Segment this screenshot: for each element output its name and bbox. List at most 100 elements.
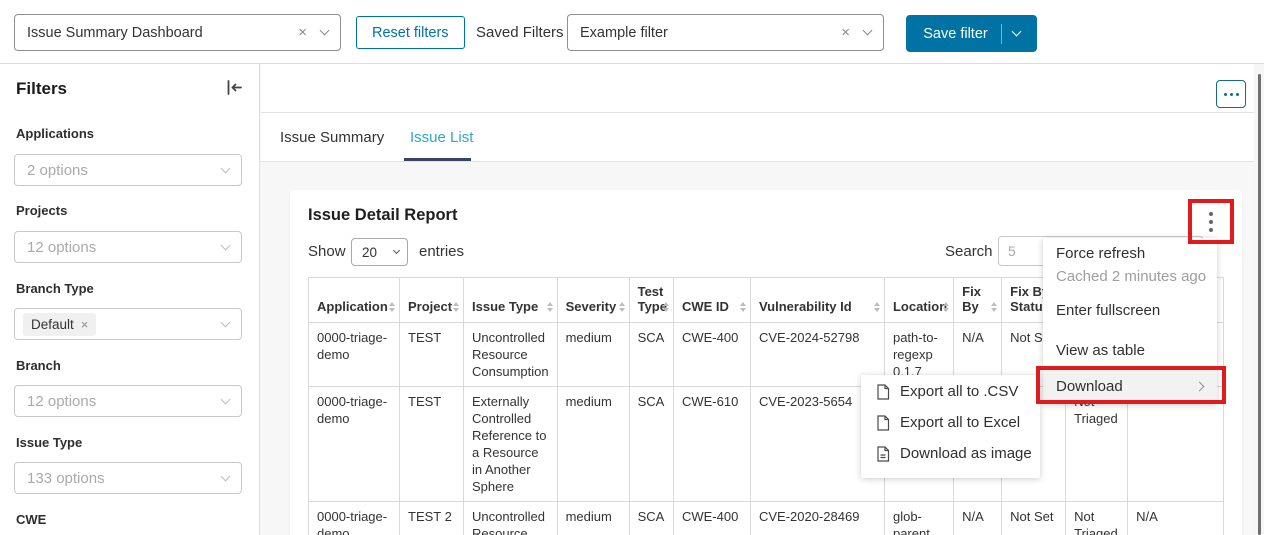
header-label: Severity — [566, 299, 617, 314]
branch-placeholder: 12 options — [27, 393, 222, 410]
submenu-item-export-excel[interactable]: Export all to Excel — [861, 414, 1040, 431]
chevron-down-icon — [1011, 27, 1021, 37]
sort-icon[interactable] — [943, 302, 949, 312]
cell-test-type: SCA — [629, 502, 673, 535]
header-label: Project — [408, 299, 452, 314]
projects-label: Projects — [16, 203, 67, 218]
dashboard-select[interactable]: Issue Summary Dashboard × — [14, 14, 341, 51]
menu-item-force-refresh[interactable]: Force refresh — [1043, 245, 1217, 262]
cell-severity: medium — [557, 323, 629, 387]
dashboard-toolbar — [261, 64, 1264, 113]
cell-severity: medium — [557, 502, 629, 535]
header-label: Issue Type — [472, 299, 538, 314]
chevron-down-icon — [320, 26, 330, 36]
saved-filters-label: Saved Filters — [476, 24, 564, 41]
branch-select[interactable]: 12 options — [14, 385, 242, 417]
remove-chip-icon[interactable]: × — [81, 317, 89, 332]
sort-icon[interactable] — [740, 302, 746, 312]
sort-icon[interactable] — [991, 302, 997, 312]
cell-severity: medium — [557, 387, 629, 502]
chevron-down-icon — [221, 163, 231, 173]
sort-icon[interactable] — [874, 302, 880, 312]
dots-vertical-icon — [1209, 212, 1213, 216]
branch-type-select[interactable]: Default × — [14, 308, 242, 340]
dots-icon — [1224, 93, 1227, 96]
issue-type-select[interactable]: 133 options — [14, 462, 242, 494]
header-label: Fix By — [962, 284, 981, 314]
menu-item-download-label: Download — [1056, 378, 1123, 395]
cell-hidden-2: N/A — [1128, 502, 1224, 535]
sort-icon[interactable] — [389, 302, 395, 312]
menu-item-view-as-table[interactable]: View as table — [1043, 342, 1217, 359]
cell-triage-status: Not Triaged — [1066, 502, 1128, 535]
clear-icon[interactable]: × — [298, 24, 307, 41]
collapse-sidebar-icon[interactable] — [225, 78, 244, 100]
save-filter-label: Save filter — [923, 26, 987, 42]
top-bar: Issue Summary Dashboard × Reset filters … — [0, 0, 1264, 64]
cwe-label: CWE — [16, 512, 46, 527]
dashboard-more-options-button[interactable] — [1216, 80, 1246, 108]
save-filter-button[interactable]: Save filter — [906, 15, 1037, 52]
reset-filters-button[interactable]: Reset filters — [356, 16, 465, 49]
cell-cwe-id: CWE-610 — [673, 387, 750, 502]
cell-issue-type: Uncontrolled Resource Consumption — [464, 502, 558, 535]
page-size-value: 20 — [362, 245, 394, 260]
chevron-down-icon — [393, 246, 400, 253]
sort-icon[interactable] — [663, 302, 669, 312]
report-title: Issue Detail Report — [308, 206, 457, 225]
file-icon — [876, 384, 890, 400]
report-context-menu: Force refresh Cached 2 minutes ago Enter… — [1043, 238, 1217, 404]
dots-vertical-icon — [1209, 228, 1213, 232]
issue-type-label: Issue Type — [16, 435, 82, 450]
column-header-severity: Severity — [557, 278, 629, 323]
scrollbar-thumb[interactable] — [1258, 74, 1261, 535]
saved-filter-select-value: Example filter — [580, 25, 841, 41]
file-icon — [876, 415, 890, 431]
dashboard-select-value: Issue Summary Dashboard — [27, 25, 298, 41]
projects-select[interactable]: 12 options — [14, 231, 242, 263]
cell-fix-by-status: Not Set — [1002, 502, 1066, 535]
active-tab-underline — [404, 158, 471, 161]
sidebar-header: Filters — [16, 78, 244, 100]
sort-icon[interactable] — [619, 302, 625, 312]
submenu-item-export-csv[interactable]: Export all to .CSV — [861, 383, 1040, 400]
dots-icon — [1236, 93, 1239, 96]
cell-location: glob-parent — [884, 502, 953, 535]
clear-icon[interactable]: × — [841, 24, 850, 41]
cell-project: TEST 2 — [400, 502, 464, 535]
header-label: Application — [317, 299, 388, 314]
page-size-select[interactable]: 20 — [351, 238, 408, 266]
tab-issue-list[interactable]: Issue List — [410, 113, 473, 162]
image-file-icon — [876, 446, 890, 462]
header-label: Vulnerability Id — [759, 299, 852, 314]
submenu-item-label: Download as image — [900, 445, 1032, 462]
menu-cached-note: Cached 2 minutes ago — [1043, 268, 1217, 285]
report-kebab-menu-button[interactable] — [1197, 206, 1225, 238]
filters-title: Filters — [16, 79, 67, 99]
sort-icon[interactable] — [453, 302, 459, 312]
menu-item-download[interactable]: Download — [1043, 368, 1217, 404]
applications-select[interactable]: 2 options — [14, 154, 242, 186]
sort-icon[interactable] — [547, 302, 553, 312]
issue-type-placeholder: 133 options — [27, 470, 222, 487]
submenu-item-download-image[interactable]: Download as image — [861, 445, 1040, 462]
dots-vertical-icon — [1209, 220, 1213, 224]
show-label: Show — [308, 243, 346, 260]
chevron-right-icon — [1195, 381, 1205, 391]
tab-issue-summary-label: Issue Summary — [280, 129, 384, 146]
saved-filter-select[interactable]: Example filter × — [567, 14, 884, 51]
header-label: CWE ID — [682, 299, 729, 314]
branch-type-chip-label: Default — [31, 317, 74, 332]
submenu-item-label: Export all to Excel — [900, 414, 1020, 431]
cell-application: 0000-triage-demo — [309, 323, 400, 387]
menu-item-enter-fullscreen[interactable]: Enter fullscreen — [1043, 302, 1217, 319]
branch-type-chip: Default × — [23, 313, 96, 336]
cell-project: TEST — [400, 323, 464, 387]
column-header-application: Application — [309, 278, 400, 323]
tab-issue-summary[interactable]: Issue Summary — [280, 113, 384, 162]
header-label: Location — [893, 299, 947, 314]
chevron-down-icon — [221, 394, 231, 404]
cell-issue-type: Externally Controlled Reference to a Res… — [464, 387, 558, 502]
cell-cwe-id: CWE-400 — [673, 323, 750, 387]
chevron-down-icon — [863, 26, 873, 36]
